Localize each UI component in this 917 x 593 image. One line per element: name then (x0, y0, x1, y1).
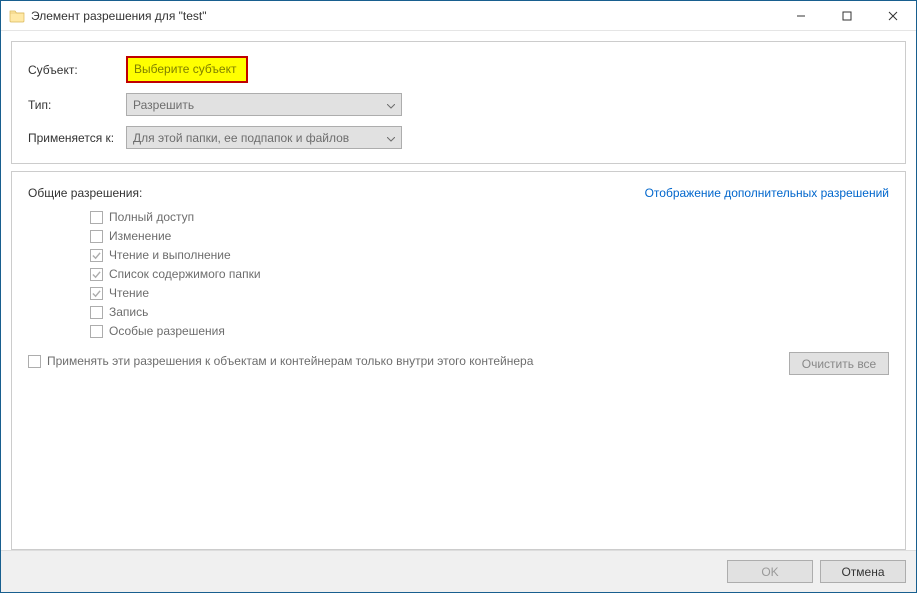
close-button[interactable] (870, 1, 916, 31)
permission-item: Чтение и выполнение (90, 248, 889, 262)
permission-item: Особые разрешения (90, 324, 889, 338)
type-label: Тип: (28, 98, 126, 112)
permission-label: Запись (109, 305, 148, 319)
checkbox-list-folder[interactable] (90, 268, 103, 281)
permissions-list: Полный доступ Изменение Чтение и выполне… (90, 210, 889, 338)
permission-label: Особые разрешения (109, 324, 225, 338)
permission-label: Список содержимого папки (109, 267, 261, 281)
show-advanced-permissions-link[interactable]: Отображение дополнительных разрешений (645, 186, 889, 200)
type-row: Тип: Разрешить (28, 93, 889, 116)
permission-label: Изменение (109, 229, 171, 243)
permissions-panel: Общие разрешения: Отображение дополнител… (11, 171, 906, 550)
dialog-footer: OK Отмена (1, 550, 916, 592)
select-subject-link[interactable]: Выберите субъект (126, 56, 248, 83)
permission-item: Полный доступ (90, 210, 889, 224)
permission-label: Полный доступ (109, 210, 194, 224)
checkbox-modify[interactable] (90, 230, 103, 243)
permissions-title: Общие разрешения: (28, 186, 142, 200)
permission-entry-window: Элемент разрешения для "test" Субъект: В… (0, 0, 917, 593)
minimize-button[interactable] (778, 1, 824, 31)
folder-icon (9, 8, 25, 24)
type-dropdown[interactable]: Разрешить (126, 93, 402, 116)
cancel-button[interactable]: Отмена (820, 560, 906, 583)
applies-dropdown-value: Для этой папки, ее подпапок и файлов (133, 131, 349, 145)
permission-item: Запись (90, 305, 889, 319)
checkbox-full-access[interactable] (90, 211, 103, 224)
subject-panel: Субъект: Выберите субъект Тип: Разрешить… (11, 41, 906, 164)
applies-dropdown[interactable]: Для этой папки, ее подпапок и файлов (126, 126, 402, 149)
titlebar: Элемент разрешения для "test" (1, 1, 916, 31)
apply-only-row: Применять эти разрешения к объектам и ко… (28, 354, 889, 368)
checkbox-read-execute[interactable] (90, 249, 103, 262)
ok-label: OK (761, 565, 778, 579)
clear-all-button[interactable]: Очистить все (789, 352, 889, 375)
permission-item: Чтение (90, 286, 889, 300)
clear-all-label: Очистить все (802, 357, 876, 371)
chevron-down-icon (387, 98, 395, 112)
chevron-down-icon (387, 131, 395, 145)
checkbox-special[interactable] (90, 325, 103, 338)
type-dropdown-value: Разрешить (133, 98, 194, 112)
checkbox-apply-only[interactable] (28, 355, 41, 368)
permission-label: Чтение и выполнение (109, 248, 231, 262)
permission-label: Чтение (109, 286, 149, 300)
permission-item: Список содержимого папки (90, 267, 889, 281)
window-title: Элемент разрешения для "test" (31, 9, 207, 23)
applies-row: Применяется к: Для этой папки, ее подпап… (28, 126, 889, 149)
cancel-label: Отмена (841, 565, 884, 579)
ok-button[interactable]: OK (727, 560, 813, 583)
apply-only-label: Применять эти разрешения к объектам и ко… (47, 354, 533, 368)
applies-label: Применяется к: (28, 131, 126, 145)
permission-item: Изменение (90, 229, 889, 243)
maximize-button[interactable] (824, 1, 870, 31)
content-area: Субъект: Выберите субъект Тип: Разрешить… (1, 31, 916, 550)
permissions-header: Общие разрешения: Отображение дополнител… (28, 186, 889, 200)
subject-label: Субъект: (28, 63, 126, 77)
window-controls (778, 1, 916, 31)
checkbox-read[interactable] (90, 287, 103, 300)
subject-row: Субъект: Выберите субъект (28, 56, 889, 83)
checkbox-write[interactable] (90, 306, 103, 319)
